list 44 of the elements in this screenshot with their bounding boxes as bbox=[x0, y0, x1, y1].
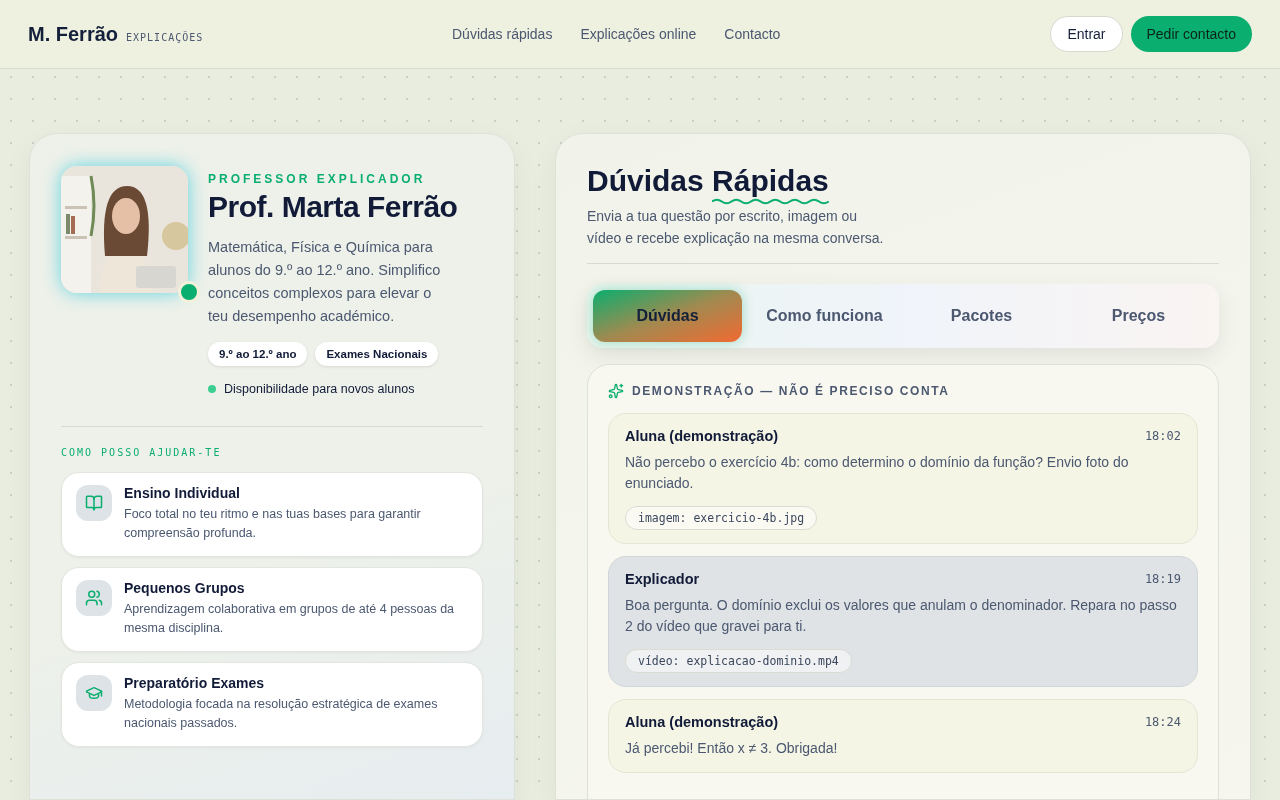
nav-link[interactable]: Dúvidas rápidas bbox=[452, 26, 553, 42]
tag: Exames Nacionais bbox=[315, 342, 439, 366]
role-label: PROFESSOR EXPLICADOR bbox=[208, 172, 427, 186]
status-dot bbox=[178, 281, 200, 303]
attachment-chip[interactable]: imagem: exercicio-4b.jpg bbox=[625, 506, 818, 530]
demo-label: DEMONSTRAÇÃO — NÃO É PRECISO CONTA bbox=[632, 384, 950, 398]
contact-button[interactable]: Pedir contacto bbox=[1130, 16, 1252, 52]
tab[interactable]: Dúvidas bbox=[593, 290, 742, 342]
people-icon bbox=[85, 589, 103, 607]
message-time: 18:24 bbox=[1144, 715, 1181, 729]
login-button[interactable]: Entrar bbox=[1050, 16, 1123, 52]
service-description: Metodologia focada na resolução estratégica de exames nacionais passados. bbox=[124, 696, 439, 732]
brand-subtitle: EXPLICAÇÕES bbox=[126, 31, 204, 43]
message-text: Não percebo o exercício 4b: como determino o domínio da função? Envio foto do enunciado. bbox=[625, 453, 1130, 493]
service-title: Preparatório Exames bbox=[124, 675, 266, 691]
nav-link[interactable]: Contacto bbox=[724, 26, 781, 42]
message-text: Boa pergunta. O domínio exclui os valores que anulam o denominador. Repara no passo 2 do vídeo que gravei para ti. bbox=[625, 596, 1178, 636]
service-description: Aprendizagem colaborativa em grupos de até 4 pessoas da mesma disciplina. bbox=[124, 601, 456, 637]
service-title: Pequenos Grupos bbox=[124, 580, 246, 596]
message-time: 18:02 bbox=[1144, 429, 1181, 443]
tab[interactable]: Preços bbox=[1064, 290, 1213, 342]
service-title: Ensino Individual bbox=[124, 485, 241, 501]
section-subtitle: Envia a tua questão por escrito, imagem ou vídeo e recebe explicação na mesma conversa. bbox=[587, 207, 885, 248]
message-author: Aluna (demonstração) bbox=[625, 428, 779, 444]
section-title: Dúvidas Rápidas bbox=[587, 164, 829, 205]
availability-dot bbox=[208, 385, 216, 393]
nav-link[interactable]: Explicações online bbox=[580, 26, 697, 42]
brand-name: M. Ferrão bbox=[28, 22, 119, 46]
service-description: Foco total no teu ritmo e nas tuas bases para garantir compreensão profunda. bbox=[124, 506, 422, 542]
attachment-chip[interactable]: vídeo: explicacao-dominio.mp4 bbox=[625, 649, 852, 673]
tag: 9.º ao 12.º ano bbox=[208, 342, 308, 366]
message-author: Explicador bbox=[625, 571, 700, 587]
graduation-cap-icon bbox=[85, 684, 103, 702]
sparkle-icon bbox=[608, 383, 624, 399]
book-icon bbox=[85, 494, 103, 512]
availability-text: Disponibilidade para novos alunos bbox=[224, 382, 415, 396]
bio-text: Matemática, Física e Química para alunos do 9.º ao 12.º ano. Simplifico conceitos complexos para elevar o teu desempenho académico. bbox=[208, 238, 442, 326]
section-heading: COMO POSSO AJUDAR-TE bbox=[61, 447, 223, 458]
message-text: Já percebi! Então x ≠ 3. Obrigada! bbox=[625, 739, 839, 758]
tab[interactable]: Como funciona bbox=[750, 290, 899, 342]
teacher-name: Prof. Marta Ferrão bbox=[208, 190, 458, 224]
message-author: Aluna (demonstração) bbox=[625, 714, 779, 730]
tab[interactable]: Pacotes bbox=[907, 290, 1056, 342]
message-time: 18:19 bbox=[1144, 572, 1181, 586]
